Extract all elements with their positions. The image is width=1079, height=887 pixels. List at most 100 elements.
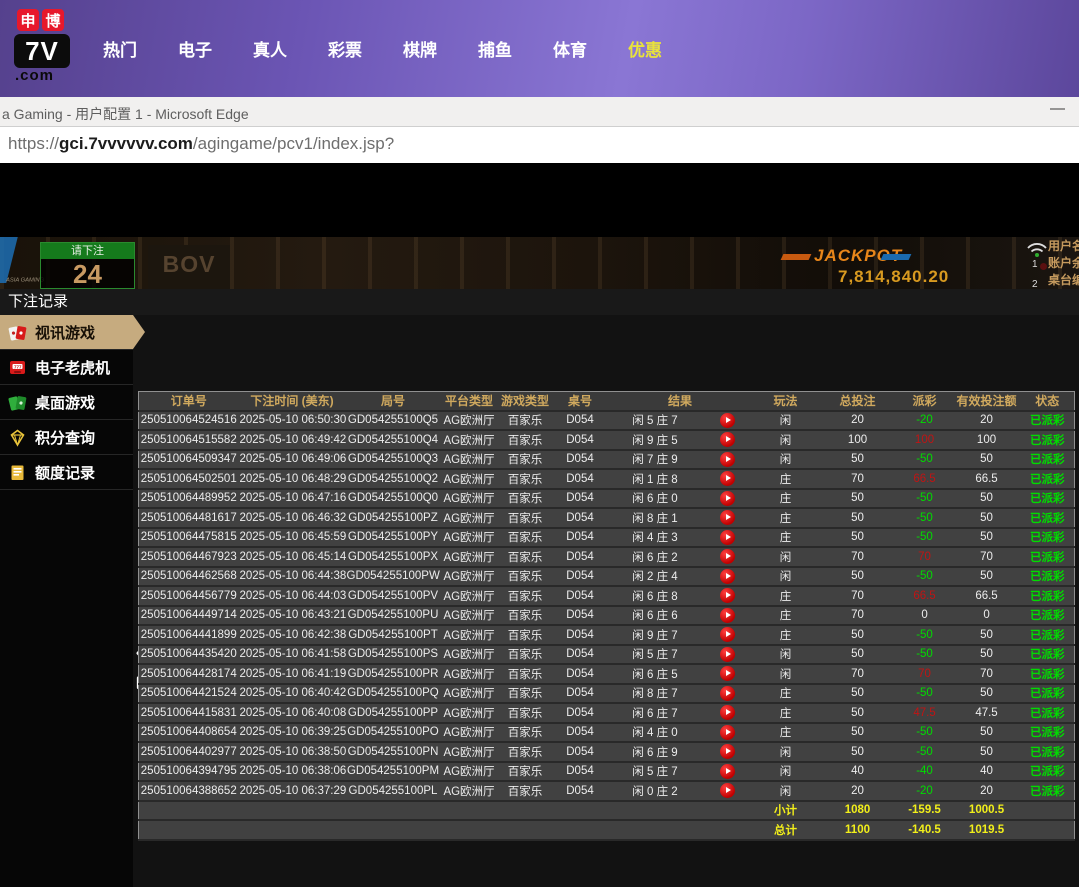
table-row: 2505100644281742025-05-10 06:41:19GD0542… xyxy=(139,664,1075,684)
replay-play-icon[interactable] xyxy=(720,549,735,564)
cell-payout: -50 xyxy=(897,489,953,509)
sidebar-item-quota-records[interactable]: 额度记录 xyxy=(0,455,133,490)
replay-play-icon[interactable] xyxy=(720,432,735,447)
sidebar-item-table-games[interactable]: 桌面游戏 xyxy=(0,385,133,420)
cell-status: 已派彩 xyxy=(1021,430,1075,450)
cell-status: 已派彩 xyxy=(1021,528,1075,548)
cell-bet-time: 2025-05-10 06:49:42 xyxy=(239,430,346,450)
nav-item-slots[interactable]: 电子 xyxy=(178,36,212,61)
cell-result-score: 闲 2 庄 4 xyxy=(608,567,703,587)
replay-play-icon[interactable] xyxy=(720,686,735,701)
cell-valid-bet: 50 xyxy=(953,508,1021,528)
records-body: 2505100645245162025-05-10 06:50:30GD0542… xyxy=(139,411,1075,801)
cell-game-type: 百家乐 xyxy=(498,762,553,782)
cell-round-id: GD054255100PN xyxy=(346,742,441,762)
cell-table-no: D054 xyxy=(553,586,608,606)
cell-order-id: 250510064402977 xyxy=(139,742,239,762)
replay-play-icon[interactable] xyxy=(720,452,735,467)
main-panel: 局号 订单号 平台类型 1.全部 ▼ xyxy=(133,315,1079,887)
nav-item-lottery[interactable]: 彩票 xyxy=(328,36,362,61)
cell-game-type: 百家乐 xyxy=(498,703,553,723)
nav-item-cards[interactable]: 棋牌 xyxy=(403,36,437,61)
content: 视讯游戏 777 电子老虎机 桌面游戏 xyxy=(0,315,1079,887)
subtotal-payout: -159.5 xyxy=(897,801,953,821)
cell-valid-bet: 50 xyxy=(953,528,1021,548)
cell-status: 已派彩 xyxy=(1021,664,1075,684)
replay-play-icon[interactable] xyxy=(720,491,735,506)
table-row: 2505100643947952025-05-10 06:38:06GD0542… xyxy=(139,762,1075,782)
replay-play-icon[interactable] xyxy=(720,725,735,740)
address-bar[interactable]: https://gci.7vvvvvv.com/agingame/pcv1/in… xyxy=(0,127,1079,163)
cell-replay xyxy=(703,567,753,587)
replay-play-icon[interactable] xyxy=(720,510,735,525)
cell-table-no: D054 xyxy=(553,684,608,704)
cell-total-bet: 50 xyxy=(819,489,897,509)
cell-bet-time: 2025-05-10 06:38:06 xyxy=(239,762,346,782)
replay-play-icon[interactable] xyxy=(720,530,735,545)
replay-play-icon[interactable] xyxy=(720,744,735,759)
replay-play-icon[interactable] xyxy=(720,588,735,603)
replay-play-icon[interactable] xyxy=(720,627,735,642)
cell-bet-time: 2025-05-10 06:37:29 xyxy=(239,781,346,801)
nav-item-live[interactable]: 真人 xyxy=(253,36,287,61)
account-balance-label: 账户余额: xyxy=(1048,255,1079,272)
sidebar: 视讯游戏 777 电子老虎机 桌面游戏 xyxy=(0,315,133,887)
window-titlebar: a Gaming - 用户配置 1 - Microsoft Edge — xyxy=(0,97,1079,127)
logo-7v: 7V xyxy=(14,34,70,68)
total-bet: 1100 xyxy=(819,820,897,840)
sidebar-item-slot-machines[interactable]: 777 电子老虎机 xyxy=(0,350,133,385)
cell-table-no: D054 xyxy=(553,703,608,723)
sidebar-item-label: 视讯游戏 xyxy=(35,322,95,343)
cell-payout: -50 xyxy=(897,723,953,743)
cell-status: 已派彩 xyxy=(1021,703,1075,723)
replay-play-icon[interactable] xyxy=(720,413,735,428)
subtotal-valid: 1000.5 xyxy=(953,801,1021,821)
site-logo[interactable]: 申 博 7V .com xyxy=(14,9,98,84)
replay-play-icon[interactable] xyxy=(720,608,735,623)
replay-play-icon[interactable] xyxy=(720,764,735,779)
table-row: 2505100644029772025-05-10 06:38:50GD0542… xyxy=(139,742,1075,762)
nav-item-sports[interactable]: 体育 xyxy=(553,36,587,61)
replay-play-icon[interactable] xyxy=(720,569,735,584)
cell-status: 已派彩 xyxy=(1021,411,1075,431)
replay-play-icon[interactable] xyxy=(720,705,735,720)
cell-payout: 0 xyxy=(897,606,953,626)
cell-play-side: 闲 xyxy=(753,645,819,665)
cell-platform: AG欧洲厅 xyxy=(441,723,498,743)
svg-text:777: 777 xyxy=(14,364,22,369)
cell-round-id: GD054255100PS xyxy=(346,645,441,665)
cell-result-score: 闲 9 庄 5 xyxy=(608,430,703,450)
minimize-button[interactable]: — xyxy=(1050,100,1065,117)
cell-bet-time: 2025-05-10 06:48:29 xyxy=(239,469,346,489)
cell-platform: AG欧洲厅 xyxy=(441,430,498,450)
table-row: 2505100643886522025-05-10 06:37:29GD0542… xyxy=(139,781,1075,801)
cell-play-side: 闲 xyxy=(753,411,819,431)
cell-play-side: 闲 xyxy=(753,664,819,684)
cell-game-type: 百家乐 xyxy=(498,430,553,450)
cell-game-type: 百家乐 xyxy=(498,547,553,567)
nav-item-fishing[interactable]: 捕鱼 xyxy=(478,36,512,61)
cell-bet-time: 2025-05-10 06:42:38 xyxy=(239,625,346,645)
replay-play-icon[interactable] xyxy=(720,647,735,662)
cell-order-id: 250510064524516 xyxy=(139,411,239,431)
cell-play-side: 闲 xyxy=(753,567,819,587)
nav-item-hot[interactable]: 热门 xyxy=(103,36,137,61)
table-row: 2505100644086542025-05-10 06:39:25GD0542… xyxy=(139,723,1075,743)
nav-item-promo[interactable]: 优惠 xyxy=(628,36,662,61)
table-id-label: 桌台编号: xyxy=(1048,272,1079,289)
cell-game-type: 百家乐 xyxy=(498,528,553,548)
cell-round-id: GD054255100Q5 xyxy=(346,411,441,431)
replay-play-icon[interactable] xyxy=(720,471,735,486)
cell-round-id: GD054255100PM xyxy=(346,762,441,782)
replay-play-icon[interactable] xyxy=(720,783,735,798)
cell-total-bet: 50 xyxy=(819,567,897,587)
bet-timer-box: 请下注 24 xyxy=(40,242,135,289)
sidebar-item-points-query[interactable]: 积分查询 xyxy=(0,420,133,455)
cell-order-id: 250510064481617 xyxy=(139,508,239,528)
cell-game-type: 百家乐 xyxy=(498,645,553,665)
replay-play-icon[interactable] xyxy=(720,666,735,681)
cell-platform: AG欧洲厅 xyxy=(441,703,498,723)
cell-play-side: 庄 xyxy=(753,723,819,743)
sidebar-item-video-games[interactable]: 视讯游戏 xyxy=(0,315,133,350)
cell-order-id: 250510064502501 xyxy=(139,469,239,489)
